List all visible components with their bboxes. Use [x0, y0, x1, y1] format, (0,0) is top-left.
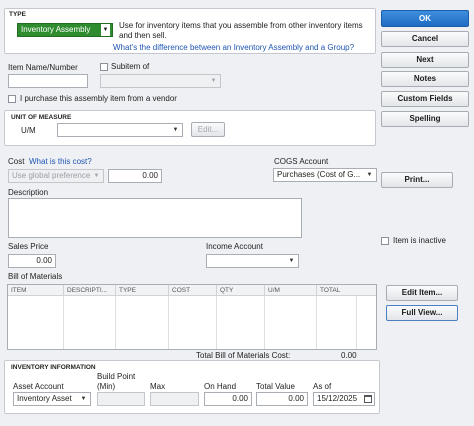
bom-grid-line [115, 296, 116, 349]
bom-grid-line [264, 296, 265, 349]
notes-button[interactable]: Notes [381, 71, 469, 87]
item-inactive-label: Item is inactive [393, 236, 446, 245]
item-name-label: Item Name/Number [8, 63, 78, 72]
subitem-dropdown[interactable]: ▼ [100, 74, 221, 88]
item-name-input[interactable] [8, 74, 88, 88]
bom-col-cost: COST [168, 285, 216, 296]
um-dropdown[interactable]: ▼ [57, 123, 183, 137]
subitem-label: Subitem of [111, 62, 150, 71]
type-header: TYPE [9, 11, 26, 18]
print-button[interactable]: Print... [381, 172, 453, 188]
bom-col-description: DESCRIPTI... [63, 285, 115, 296]
chevron-down-icon: ▼ [210, 78, 217, 84]
ok-button[interactable]: OK [381, 10, 469, 27]
on-hand-input[interactable]: 0.00 [204, 392, 252, 406]
type-description: Use for inventory items that you assembl… [119, 21, 363, 40]
on-hand-label: On Hand [204, 382, 237, 391]
as-of-label: As of [313, 382, 332, 391]
chevron-down-icon: ▼ [172, 127, 179, 133]
bom-label: Bill of Materials [8, 272, 63, 281]
build-point-label: Build Point [97, 372, 136, 381]
description-label: Description [8, 188, 49, 197]
cogs-account-dropdown[interactable]: Purchases (Cost of G... ▼ [273, 168, 377, 182]
cost-method-value: Use global preference [12, 171, 91, 180]
subitem-checkbox[interactable] [100, 63, 108, 71]
bom-col-total: TOTAL [316, 285, 356, 296]
sales-price-label: Sales Price [8, 242, 49, 251]
edit-item-button[interactable]: Edit Item... [386, 285, 458, 301]
chevron-down-icon: ▼ [80, 396, 87, 402]
item-type-value: Inventory Assembly [21, 25, 91, 34]
type-panel: TYPE Inventory Assembly ▼ Use for invent… [4, 8, 376, 54]
as-of-date-value: 15/12/2025 [317, 394, 358, 403]
income-account-label: Income Account [206, 242, 263, 251]
cost-label: Cost [8, 157, 25, 166]
bom-grid-line [216, 296, 217, 349]
max-label: Max [150, 382, 166, 391]
build-point-min-input[interactable] [97, 392, 145, 406]
cancel-button[interactable]: Cancel [381, 31, 469, 47]
as-of-date-input[interactable]: 15/12/2025 [313, 392, 375, 406]
inventory-information-panel: INVENTORY INFORMATION Asset Account Inve… [4, 360, 380, 414]
custom-fields-button[interactable]: Custom Fields [381, 91, 469, 107]
cogs-account-value: Purchases (Cost of G... [277, 170, 361, 179]
bom-table[interactable]: ITEM DESCRIPTI... TYPE COST QTY U/M TOTA… [7, 284, 377, 350]
unit-of-measure-header: UNIT OF MEASURE [11, 114, 72, 121]
build-point-min-label: (Min) [97, 382, 116, 391]
cost-method-dropdown[interactable]: Use global preference ▼ [8, 169, 104, 183]
cost-help-link[interactable]: What is this cost? [29, 157, 92, 166]
chevron-down-icon: ▼ [288, 258, 295, 264]
bom-col-item: ITEM [11, 287, 27, 294]
cogs-account-label: COGS Account [274, 157, 329, 166]
unit-of-measure-panel: UNIT OF MEASURE U/M ▼ Edit... [4, 110, 376, 146]
income-account-dropdown[interactable]: ▼ [206, 254, 299, 268]
chevron-down-icon: ▼ [366, 172, 373, 178]
description-input[interactable] [8, 198, 302, 238]
bom-col-um: U/M [264, 285, 316, 296]
purchase-vendor-checkbox[interactable] [8, 95, 16, 103]
cost-input[interactable]: 0.00 [108, 169, 162, 183]
total-value-input[interactable]: 0.00 [256, 392, 308, 406]
bom-grid-line [63, 296, 64, 349]
bom-col-qty: QTY [216, 285, 264, 296]
total-value-label: Total Value [256, 382, 295, 391]
bom-grid-line [168, 296, 169, 349]
bom-col-type: TYPE [115, 285, 168, 296]
spelling-button[interactable]: Spelling [381, 111, 469, 127]
full-view-button[interactable]: Full View... [386, 305, 458, 321]
calendar-icon[interactable] [364, 395, 372, 403]
type-help-link[interactable]: What's the difference between an Invento… [113, 43, 354, 52]
asset-account-label: Asset Account [13, 382, 64, 391]
purchase-vendor-label: I purchase this assembly item from a ven… [20, 94, 177, 103]
bom-total-label: Total Bill of Materials Cost: [196, 351, 291, 360]
asset-account-dropdown[interactable]: Inventory Asset ▼ [13, 392, 91, 406]
inventory-information-header: INVENTORY INFORMATION [11, 364, 96, 371]
sales-price-input[interactable]: 0.00 [8, 254, 56, 268]
item-inactive-checkbox[interactable] [381, 237, 389, 245]
next-button[interactable]: Next [381, 52, 469, 68]
asset-account-value: Inventory Asset [17, 394, 72, 403]
um-label: U/M [21, 126, 36, 135]
chevron-down-icon: ▼ [93, 173, 100, 179]
bom-grid-line [316, 296, 317, 349]
bom-grid-line [356, 296, 357, 349]
item-type-dropdown[interactable]: Inventory Assembly ▼ [17, 23, 113, 37]
bom-total-value: 0.00 [341, 351, 357, 360]
um-edit-button[interactable]: Edit... [191, 122, 225, 137]
chevron-down-icon: ▼ [101, 24, 110, 36]
max-input[interactable] [150, 392, 199, 406]
